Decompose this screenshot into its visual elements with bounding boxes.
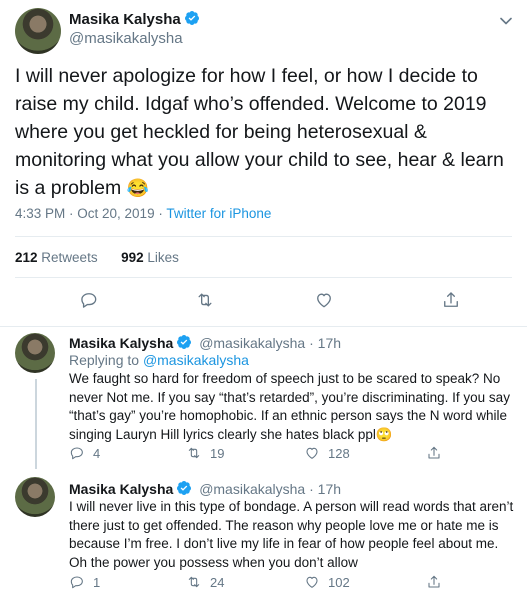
tweet-stats: 212 Retweets 992 Likes bbox=[15, 250, 179, 265]
likes-count: 992 bbox=[121, 250, 144, 265]
reply-tweet[interactable]: Masika Kalysha @masikakalysha · 17h I wi… bbox=[0, 473, 527, 600]
share-icon bbox=[428, 575, 440, 588]
reply-text: We faught so hard for freedom of speech … bbox=[69, 370, 515, 444]
share-icon[interactable] bbox=[441, 290, 461, 310]
reply-tweet[interactable]: Masika Kalysha @masikakalysha · 17h Repl… bbox=[0, 327, 527, 473]
avatar[interactable] bbox=[15, 8, 61, 54]
eye-roll-emoji: 🙄 bbox=[375, 426, 393, 442]
like-icon bbox=[306, 447, 318, 459]
laughing-emoji: 😂 bbox=[126, 178, 150, 198]
reply-icon bbox=[70, 447, 83, 460]
like-count: 128 bbox=[328, 445, 350, 461]
reply-count: 1 bbox=[93, 574, 101, 590]
retweets-count: 212 bbox=[15, 250, 38, 265]
share-button[interactable] bbox=[426, 445, 450, 461]
like-button[interactable]: 128 bbox=[304, 445, 350, 461]
author-name[interactable]: Masika Kalysha bbox=[69, 11, 181, 28]
author-handle-time[interactable]: @masikakalysha · 17h bbox=[199, 481, 341, 497]
reply-count: 4 bbox=[93, 445, 101, 461]
share-icon bbox=[428, 446, 440, 459]
reply-header[interactable]: Masika Kalysha @masikakalysha · 17h bbox=[69, 334, 341, 351]
avatar[interactable] bbox=[15, 333, 55, 373]
reply-button[interactable]: 1 bbox=[69, 574, 100, 590]
retweet-count: 24 bbox=[210, 574, 225, 590]
tweet-body: I will never apologize for how I feel, o… bbox=[15, 65, 504, 199]
like-icon[interactable] bbox=[314, 290, 334, 310]
retweets-stat[interactable]: 212 Retweets bbox=[15, 250, 98, 265]
tweet-text: I will never apologize for how I feel, o… bbox=[15, 62, 520, 202]
retweet-icon bbox=[188, 576, 200, 588]
thread-line bbox=[35, 379, 37, 469]
author-handle[interactable]: @masikakalysha bbox=[69, 30, 183, 47]
verified-badge-icon bbox=[177, 335, 192, 349]
retweet-icon bbox=[188, 447, 200, 459]
like-icon bbox=[306, 576, 318, 588]
reply-icon bbox=[70, 576, 83, 589]
main-tweet: Masika Kalysha @masikakalysha I will nev… bbox=[0, 0, 527, 327]
reply-text: I will never live in this type of bondag… bbox=[69, 499, 514, 570]
retweet-count: 19 bbox=[210, 445, 225, 461]
tweet-timestamp[interactable]: 4:33 PM · Oct 20, 2019 · bbox=[15, 206, 166, 221]
avatar[interactable] bbox=[15, 477, 55, 517]
verified-badge-icon bbox=[184, 11, 199, 25]
reply-icon[interactable] bbox=[79, 290, 99, 310]
tweet-source-link[interactable]: Twitter for iPhone bbox=[166, 206, 271, 221]
share-button[interactable] bbox=[426, 574, 450, 590]
author-name[interactable]: Masika Kalysha bbox=[69, 481, 173, 497]
divider bbox=[15, 277, 512, 278]
retweet-button[interactable]: 19 bbox=[186, 445, 224, 461]
replying-to: Replying to @masikakalysha bbox=[69, 352, 249, 368]
retweet-icon[interactable] bbox=[195, 290, 215, 310]
likes-label: Likes bbox=[147, 250, 179, 265]
retweet-button[interactable]: 24 bbox=[186, 574, 224, 590]
divider bbox=[15, 236, 512, 237]
author-name[interactable]: Masika Kalysha bbox=[69, 335, 173, 351]
verified-badge-icon bbox=[177, 481, 192, 495]
like-button[interactable]: 102 bbox=[304, 574, 350, 590]
author-handle-time[interactable]: @masikakalysha · 17h bbox=[199, 335, 341, 351]
author-name-row[interactable]: Masika Kalysha bbox=[69, 10, 200, 29]
reply-button[interactable]: 4 bbox=[69, 445, 100, 461]
reply-header[interactable]: Masika Kalysha @masikakalysha · 17h bbox=[69, 480, 341, 497]
like-count: 102 bbox=[328, 574, 350, 590]
replying-prefix: Replying to bbox=[69, 352, 140, 368]
likes-stat[interactable]: 992 Likes bbox=[121, 250, 179, 265]
tweet-meta: 4:33 PM · Oct 20, 2019 · Twitter for iPh… bbox=[15, 206, 271, 221]
chevron-down-icon[interactable] bbox=[499, 14, 513, 28]
replying-to-handle[interactable]: @masikakalysha bbox=[143, 352, 249, 368]
retweets-label: Retweets bbox=[41, 250, 98, 265]
reply-body: We faught so hard for freedom of speech … bbox=[69, 371, 510, 442]
